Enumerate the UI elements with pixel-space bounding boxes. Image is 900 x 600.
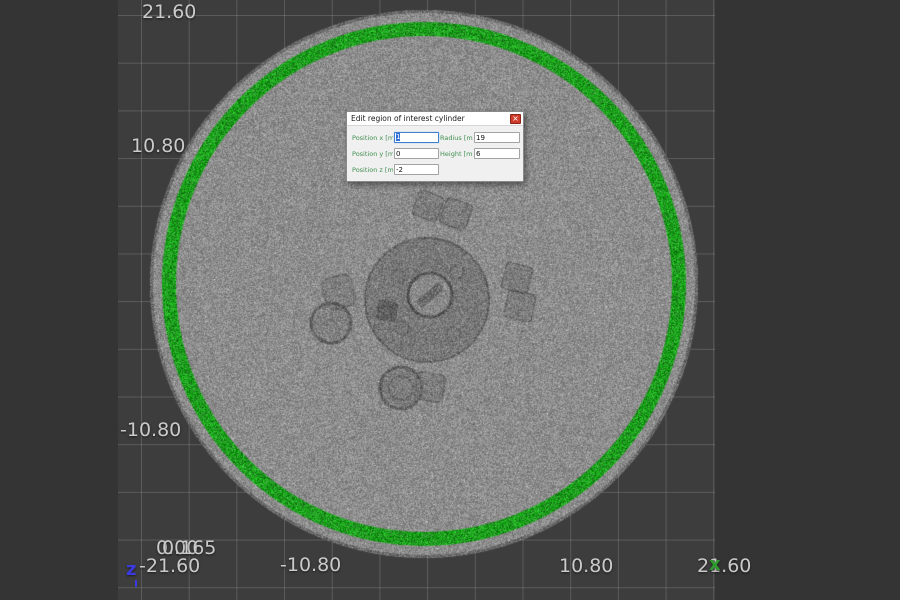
- height-label: Height [mm]:: [440, 150, 473, 158]
- position-z-label: Position z [mm]:: [352, 166, 393, 174]
- y-tick-21.60: 21.60: [142, 2, 196, 22]
- position-x-label: Position x [mm]:: [352, 134, 393, 142]
- position-y-field[interactable]: [394, 148, 439, 159]
- z-axis-letter: z: [126, 561, 136, 579]
- viewer-window: 21.60 10.80 -10.80 0.00 0.165 -21.60 -10…: [0, 0, 900, 600]
- radius-field[interactable]: [474, 132, 520, 143]
- position-x-value: 1: [396, 133, 400, 141]
- position-y-label: Position y [mm]:: [352, 150, 393, 158]
- ct-slice-view[interactable]: [148, 8, 700, 560]
- x-tick-10.80: 10.80: [559, 556, 613, 576]
- roi-dialog-titlebar[interactable]: Edit region of interest cylinder ×: [347, 112, 523, 126]
- y-tick--10.80: -10.80: [120, 420, 181, 440]
- height-field[interactable]: [474, 148, 520, 159]
- x-tick-21.60: 21.60: [697, 556, 751, 576]
- x-tick--10.80: -10.80: [280, 555, 341, 575]
- y-tick-10.80: 10.80: [131, 136, 185, 156]
- roi-dialog-body: Position x [mm]: 1 Radius [mm]: Position…: [347, 126, 523, 181]
- x-axis-letter: x: [709, 556, 721, 574]
- roi-dialog: Edit region of interest cylinder × Posit…: [346, 111, 524, 182]
- roi-dialog-title: Edit region of interest cylinder: [351, 114, 510, 123]
- z-axis-tick: [135, 580, 137, 587]
- x-tick--21.60: -21.60: [139, 556, 200, 576]
- position-z-field[interactable]: [394, 164, 439, 175]
- radius-label: Radius [mm]:: [440, 134, 473, 142]
- close-icon[interactable]: ×: [510, 114, 521, 124]
- position-x-field[interactable]: 1: [394, 132, 439, 143]
